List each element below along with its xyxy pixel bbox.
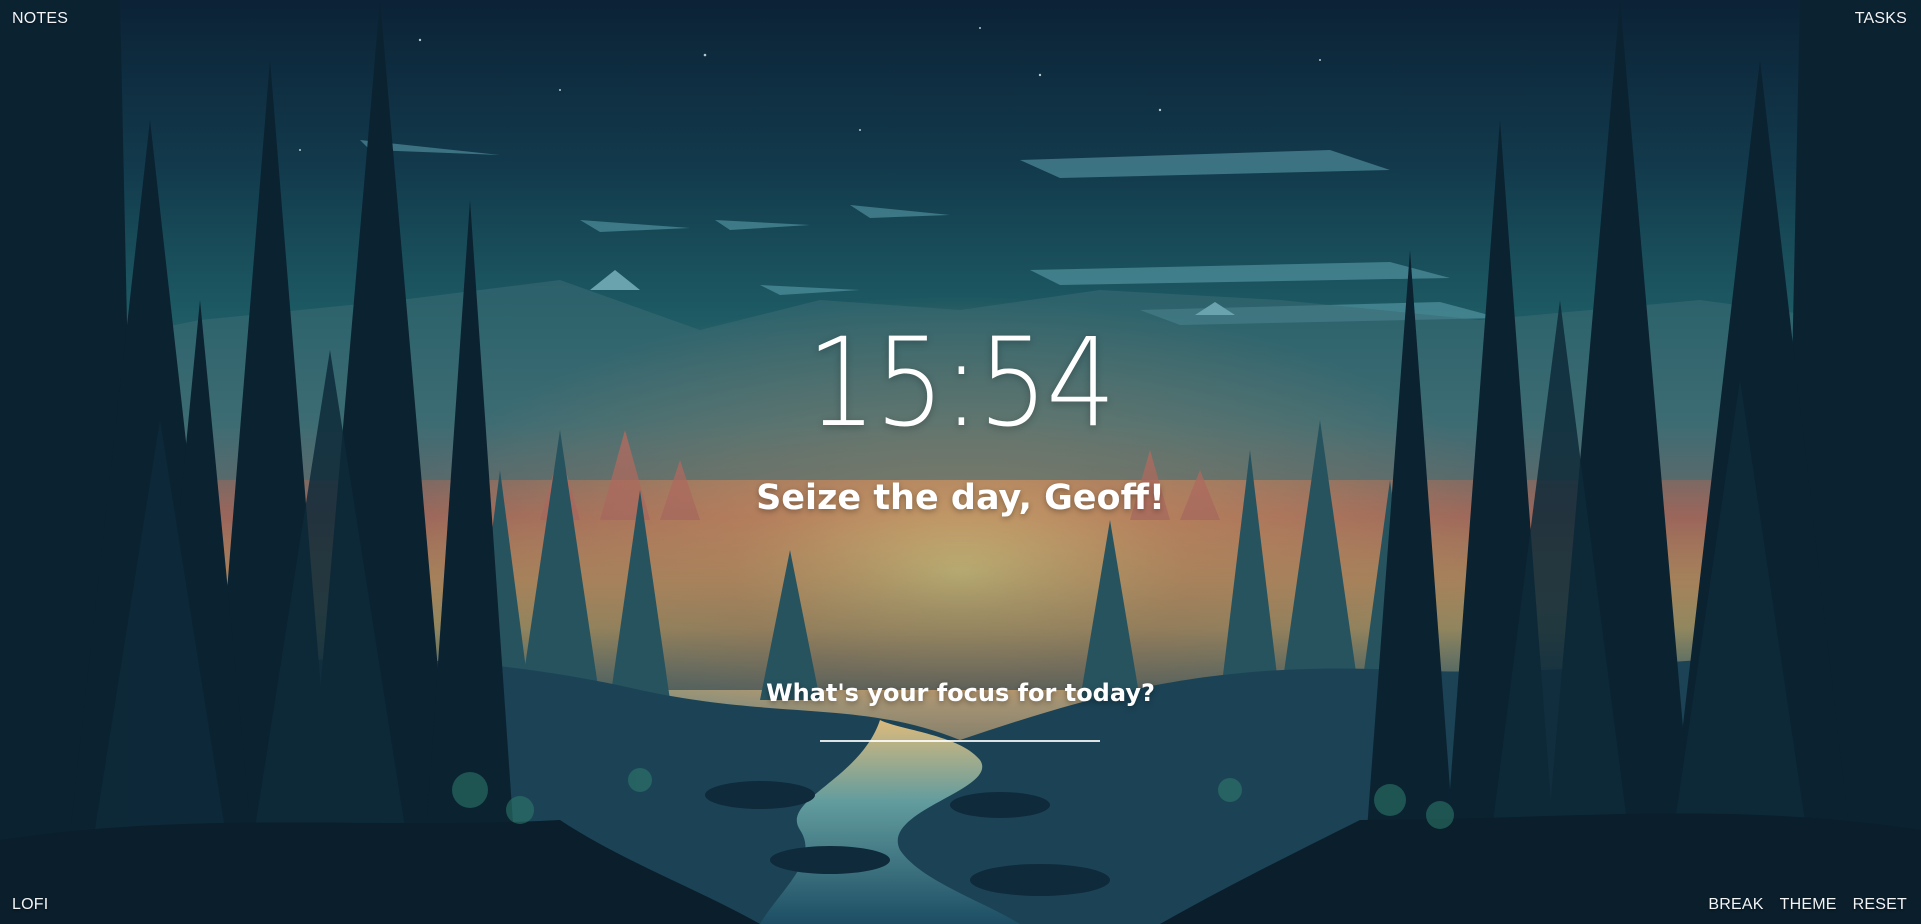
center-content: 15:54 Seize the day, Geoff! What's your … — [0, 0, 1921, 924]
greeting-text: Seize the day, Geoff! — [756, 478, 1165, 518]
app-root: NOTES TASKS LOFI BREAK THEME RESET 15:54… — [0, 0, 1921, 924]
focus-input[interactable] — [820, 712, 1100, 742]
focus-question: What's your focus for today? — [766, 679, 1155, 707]
clock-time: 15:54 — [806, 312, 1116, 454]
